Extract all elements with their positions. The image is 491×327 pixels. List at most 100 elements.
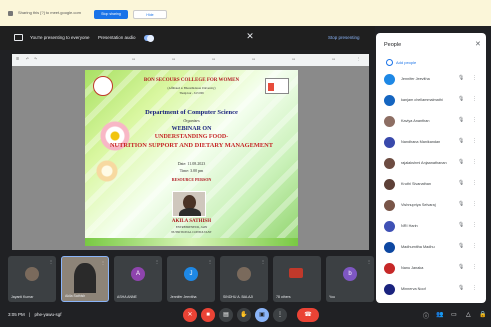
more-options-icon[interactable]: ⋮ xyxy=(472,159,477,165)
participant-tile-self[interactable]: b ⋮ You xyxy=(326,256,374,302)
more-options-icon[interactable]: ⋮ xyxy=(472,117,477,123)
toolbar-tool-icon[interactable]: ▭ xyxy=(132,57,135,61)
people-panel-title: People xyxy=(384,42,402,48)
avatar xyxy=(237,267,251,281)
avatar: b xyxy=(343,267,357,281)
people-list-item[interactable]: Kruthi Sivanathan 🎙 ⋮ xyxy=(376,175,486,195)
people-icon[interactable]: 👥 xyxy=(436,311,443,318)
participant-tile[interactable]: ⋮ Jayanti Kumar xyxy=(8,256,56,302)
more-options-icon[interactable]: ⋮ xyxy=(472,285,477,291)
slide-rp-name: AKILA SATHISH xyxy=(171,219,212,224)
meeting-time-code: 3:05 PM | phe-yawu-sgf xyxy=(8,312,62,317)
activities-icon[interactable]: △ xyxy=(466,311,471,318)
presentation-audio-toggle[interactable] xyxy=(144,34,154,42)
more-options-button[interactable]: ⋮ xyxy=(273,308,287,322)
participant-name: Akila Sathish xyxy=(65,294,86,298)
mic-off-button[interactable]: ✕ xyxy=(183,308,197,322)
people-list-item[interactable]: Minnerva Noof 🎙 ⋮ xyxy=(376,280,486,300)
shared-screen: ☰ ↶ ↷ ▭ ▭ ▭ ▭ ▭ ▭ ⋮ BON SECOURS COLLEGE … xyxy=(12,54,369,250)
participant-tile[interactable]: A ⋮ ASHA ANNE xyxy=(114,256,162,302)
mic-off-icon: 🎙 xyxy=(458,96,465,102)
more-options-icon[interactable]: ⋮ xyxy=(472,180,477,186)
more-icon[interactable]: ⋮ xyxy=(357,57,361,61)
toolbar-tool-icon[interactable]: ▭ xyxy=(172,57,175,61)
mic-off-icon: 🎙 xyxy=(458,264,465,270)
slide-rp-role: ENTREPRENEUR, JAIN xyxy=(175,225,208,229)
more-options-icon[interactable]: ⋮ xyxy=(472,138,477,144)
chat-icon[interactable]: ▭ xyxy=(451,311,457,318)
participant-name: Jayanti Kumar xyxy=(11,295,34,299)
close-icon[interactable]: ✕ xyxy=(475,40,481,48)
person-name: kanjam chellammalmathi xyxy=(401,98,443,102)
slide-resource-person: RESOURCE PERSON xyxy=(171,177,212,182)
raise-hand-button[interactable]: ✋ xyxy=(237,308,251,322)
close-icon[interactable]: ✕ xyxy=(244,30,256,42)
lock-icon[interactable]: 🔒 xyxy=(479,311,486,318)
redo-icon[interactable]: ↷ xyxy=(34,57,37,61)
meeting-controls-bar: 3:05 PM | phe-yawu-sgf ✕ ■ ▤ ✋ ▣ ⋮ ☎ ⓘ 👥… xyxy=(0,303,491,327)
toolbar-tool-icon[interactable]: ▭ xyxy=(292,57,295,61)
people-list-item[interactable]: Vishnupriya Selvaraj 🎙 ⋮ xyxy=(376,196,486,216)
avatar xyxy=(384,200,395,211)
more-options-icon[interactable]: ⋮ xyxy=(472,96,477,102)
slide-viewport: BON SECOURS COLLEGE FOR WOMEN (Affiliate… xyxy=(12,66,369,250)
tab-favicon-icon xyxy=(8,11,13,16)
people-list-item[interactable]: NRI Harin 🎙 ⋮ xyxy=(376,217,486,237)
resource-person-photo xyxy=(172,191,206,217)
people-list-item[interactable]: rajalakshmi Anjaanathanan 🎙 ⋮ xyxy=(376,154,486,174)
sharing-banner: Sharing this [?] to meet.google.com Stop… xyxy=(0,0,491,26)
people-list-item[interactable]: kanjam chellammalmathi 🎙 ⋮ xyxy=(376,91,486,111)
presenting-text: You're presenting to everyone xyxy=(30,35,90,40)
people-list-item[interactable]: Nanu Janaka 🎙 ⋮ xyxy=(376,259,486,279)
avatar xyxy=(384,137,395,148)
person-name: Vishnupriya Selvaraj xyxy=(401,203,436,207)
camera-off-button[interactable]: ■ xyxy=(201,308,215,322)
mic-off-icon: 🎙 xyxy=(458,138,465,144)
more-options-icon[interactable]: ⋮ xyxy=(472,75,477,81)
menu-icon[interactable]: ☰ xyxy=(16,57,19,61)
people-list-item[interactable]: Jennifer Jeevitha 🎙 ⋮ xyxy=(376,70,486,90)
participant-tile[interactable]: ⋮ SINDHU A. BALAJI xyxy=(220,256,268,302)
more-options-icon[interactable]: ⋮ xyxy=(472,201,477,207)
mic-off-icon: ⋮ xyxy=(208,259,212,264)
avatar xyxy=(384,242,395,253)
person-name: Nandhana Manikandan xyxy=(401,140,441,144)
person-name: rajalakshmi Anjaanathanan xyxy=(401,161,447,165)
toolbar-tool-icon[interactable]: ▭ xyxy=(212,57,215,61)
info-icon[interactable]: ⓘ xyxy=(423,311,429,320)
mic-icon: ⋮ xyxy=(101,260,105,265)
people-list-item[interactable]: Kaviya Ananthan 🎙 ⋮ xyxy=(376,112,486,132)
toolbar-tool-icon[interactable]: ▭ xyxy=(332,57,335,61)
participant-tile[interactable]: ⋮ Akila Sathish xyxy=(61,256,109,302)
participant-video xyxy=(74,263,96,293)
person-name: NRI Harin xyxy=(401,224,418,228)
toolbar-tool-icon[interactable]: ▭ xyxy=(252,57,255,61)
people-list-item[interactable]: Madhumitha Madhu 🎙 ⋮ xyxy=(376,238,486,258)
meeting-code: phe-yawu-sgf xyxy=(34,312,62,317)
participant-tile[interactable]: 78 others xyxy=(273,256,321,302)
people-list-item[interactable]: Nandhana Manikandan 🎙 ⋮ xyxy=(376,133,486,153)
more-options-icon[interactable]: ⋮ xyxy=(472,243,477,249)
more-options-icon[interactable]: ⋮ xyxy=(472,264,477,270)
hide-button[interactable]: Hide xyxy=(133,10,167,19)
present-button[interactable]: ▣ xyxy=(255,308,269,322)
person-name: Minnerva Noof xyxy=(401,287,426,291)
undo-icon[interactable]: ↶ xyxy=(26,57,29,61)
presenting-bar: You're presenting to everyone Presentati… xyxy=(0,26,375,50)
stop-sharing-button[interactable]: Stop sharing xyxy=(94,10,128,19)
avatar xyxy=(384,95,395,106)
more-options-icon[interactable]: ⋮ xyxy=(472,222,477,228)
stop-presenting-button[interactable]: Stop presenting xyxy=(328,35,360,40)
add-person-icon xyxy=(386,59,393,66)
participant-name: ASHA ANNE xyxy=(117,295,137,299)
presentation-audio-label: Presentation audio xyxy=(98,35,136,40)
avatar: J xyxy=(184,267,198,281)
slide-time: Time: 3.00 pm xyxy=(179,168,204,173)
participant-tile[interactable]: J ⋮ Jennifer Jeevitha xyxy=(167,256,215,302)
participant-name: SINDHU A. BALAJI xyxy=(223,295,254,299)
mic-off-icon: ⋮ xyxy=(261,259,265,264)
avatar xyxy=(384,158,395,169)
captions-button[interactable]: ▤ xyxy=(219,308,233,322)
add-people-button[interactable]: Add people xyxy=(384,59,416,66)
leave-call-button[interactable]: ☎ xyxy=(297,308,319,322)
